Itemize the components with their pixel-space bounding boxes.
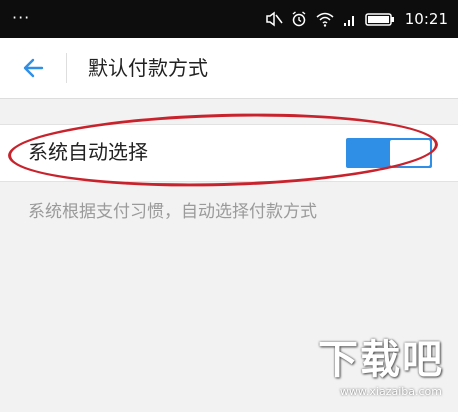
status-bar: ··· 10:21 [0,0,458,38]
back-arrow-icon [23,58,44,78]
toggle-knob [390,140,430,166]
header-divider [66,53,67,83]
signal-icon [343,11,357,27]
auto-select-label: 系统自动选择 [28,140,148,164]
status-icons: 10:21 [257,9,448,29]
watermark-logo: 下载吧 [318,337,444,383]
status-time: 10:21 [404,10,448,28]
page-title: 默认付款方式 [88,56,208,80]
battery-icon [365,11,395,27]
app-header: 默认付款方式 [0,38,458,99]
auto-select-toggle[interactable] [346,138,432,168]
alarm-icon [291,11,307,27]
back-button[interactable] [18,53,48,83]
wifi-icon [315,11,335,27]
menu-dots: ··· [12,8,31,27]
setting-description: 系统根据支付习惯，自动选择付款方式 [28,202,317,222]
auto-select-setting-row[interactable]: 系统自动选择 [0,124,458,182]
watermark: 下载吧 www.xiazaiba.com [304,338,444,398]
watermark-url: www.xiazaiba.com [339,385,442,398]
mute-icon [265,11,283,27]
